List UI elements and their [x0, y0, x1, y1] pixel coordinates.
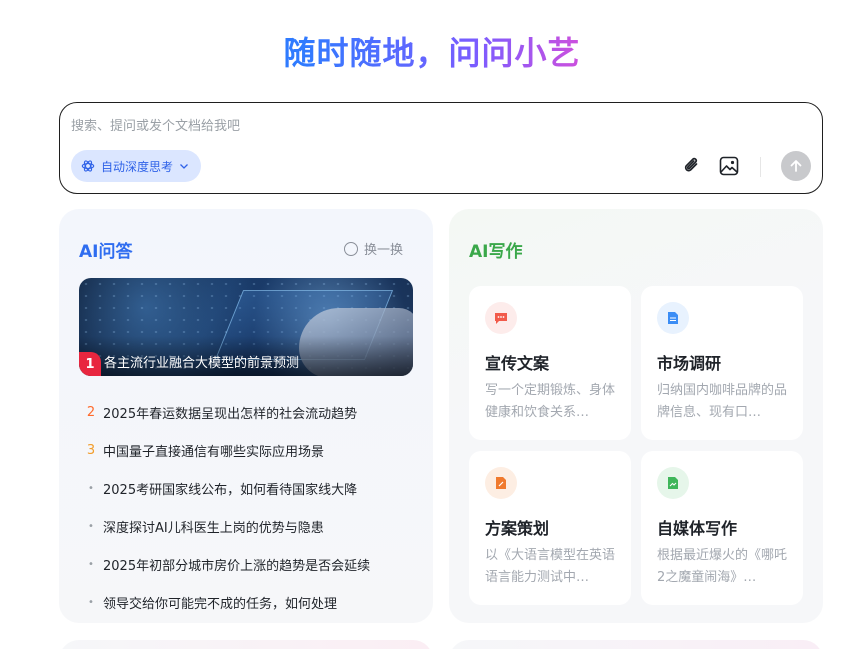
bullet: • [88, 558, 94, 570]
next-card-peek [449, 640, 823, 649]
template-desc: 根据最近爆火的《哪吒2之魔童闹海》… [657, 548, 788, 585]
featured-question-text: 各主流行业融合大模型的前景预测 [104, 356, 300, 371]
arrow-up-icon [790, 160, 802, 172]
ai-writing-card: AI写作 宣传文案 写一个定期锻炼、身体健康和饮食关系… 市场调研 归纳国内咖啡… [449, 209, 823, 623]
template-name: 自媒体写作 [657, 519, 738, 538]
list-item[interactable]: • 领导交给你可能完不成的任务，如何处理 [79, 583, 413, 621]
refresh-button[interactable]: 换一换 [343, 239, 403, 258]
refresh-label: 换一换 [363, 243, 403, 258]
template-name: 市场调研 [657, 354, 722, 373]
question-text: 领导交给你可能完不成的任务，如何处理 [103, 596, 338, 612]
refresh-icon [343, 241, 358, 256]
question-text: 中国量子直接通信有哪些实际应用场景 [103, 444, 325, 460]
writing-template-self-media[interactable]: 自媒体写作 根据最近爆火的《哪吒2之魔童闹海》… [641, 451, 803, 605]
search-input[interactable] [71, 115, 671, 137]
bullet: • [88, 596, 94, 608]
template-name: 方案策划 [485, 519, 550, 538]
list-item[interactable]: 2 2025年春运数据呈现出怎样的社会流动趋势 [79, 393, 413, 431]
list-item[interactable]: 3 中国量子直接通信有哪些实际应用场景 [79, 431, 413, 469]
rank-number: 2 [86, 404, 96, 420]
ai-qa-title: AI问答 [79, 242, 133, 262]
question-list: 2 2025年春运数据呈现出怎样的社会流动趋势 3 中国量子直接通信有哪些实际应… [79, 393, 413, 621]
list-item[interactable]: • 2025年初部分城市房价上涨的趋势是否会延续 [79, 545, 413, 583]
template-name: 宣传文案 [485, 354, 550, 373]
send-button[interactable] [781, 151, 811, 181]
deep-think-label: 自动深度思考 [101, 159, 174, 174]
sparkle-atom-icon [81, 160, 95, 172]
question-text: 2025年春运数据呈现出怎样的社会流动趋势 [103, 406, 358, 422]
toolbar-divider [760, 157, 761, 177]
writing-template-market-research[interactable]: 市场调研 归纳国内咖啡品牌的品牌信息、现有口… [641, 286, 803, 440]
template-desc: 以《大语言模型在英语语言能力测试中… [485, 548, 616, 585]
ai-qa-card: AI问答 换一换 1 各主流行业融合大模型的前景预测 2 2025年春运数据呈现… [59, 209, 433, 623]
document-icon [657, 302, 689, 334]
rank-number: 3 [86, 442, 96, 458]
list-item[interactable]: • 深度探讨AI儿科医生上岗的优势与隐患 [79, 507, 413, 545]
bullet: • [88, 482, 94, 494]
plan-document-icon [485, 467, 517, 499]
writing-template-promo-copy[interactable]: 宣传文案 写一个定期锻炼、身体健康和饮食关系… [469, 286, 631, 440]
ai-writing-title: AI写作 [469, 242, 523, 262]
deep-think-toggle[interactable]: 自动深度思考 [71, 150, 202, 182]
chat-bubble-icon [485, 302, 517, 334]
writing-template-plan[interactable]: 方案策划 以《大语言模型在英语语言能力测试中… [469, 451, 631, 605]
list-item[interactable]: • 2025考研国家线公布，如何看待国家线大降 [79, 469, 413, 507]
featured-question-banner[interactable]: 1 各主流行业融合大模型的前景预测 [79, 278, 413, 376]
rank-badge: 1 [79, 352, 101, 376]
next-card-peek [59, 640, 433, 649]
search-box: 自动深度思考 [59, 102, 823, 194]
template-desc: 归纳国内咖啡品牌的品牌信息、现有口… [657, 383, 788, 420]
question-text: 2025年初部分城市房价上涨的趋势是否会延续 [103, 558, 371, 574]
hero-title: 随时随地，问问小艺 [0, 28, 864, 74]
media-document-icon [657, 467, 689, 499]
image-icon[interactable] [718, 155, 740, 177]
chevron-down-icon [180, 164, 188, 169]
question-text: 2025考研国家线公布，如何看待国家线大降 [103, 482, 358, 498]
template-desc: 写一个定期锻炼、身体健康和饮食关系… [485, 383, 616, 420]
paperclip-icon[interactable] [681, 155, 703, 177]
bullet: • [88, 520, 94, 532]
question-text: 深度探讨AI儿科医生上岗的优势与隐患 [103, 520, 324, 536]
